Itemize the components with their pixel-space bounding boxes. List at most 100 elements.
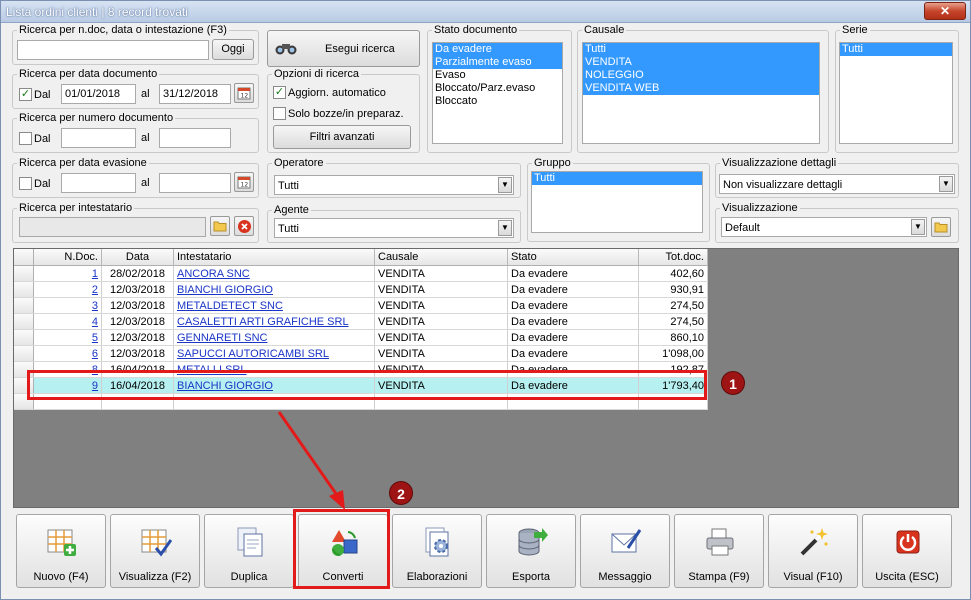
table-cell-ndoc[interactable]: 2 <box>34 282 102 297</box>
cell-text: 12/03/2018 <box>109 300 166 312</box>
advanced-filters-button[interactable]: Filtri avanzati <box>273 125 411 149</box>
table-cell-intestatario[interactable]: CASALETTI ARTI GRAFICHE SRL <box>174 314 375 329</box>
list-item[interactable]: VENDITA WEB <box>583 82 819 95</box>
table-cell-ndoc[interactable]: 6 <box>34 346 102 361</box>
column-header[interactable]: Tot.doc. <box>639 249 708 265</box>
view-browse-button[interactable] <box>931 217 951 237</box>
table-cell-intestatario[interactable]: SAPUCCI AUTORICAMBI SRL <box>174 346 375 361</box>
row-indicator[interactable] <box>14 346 34 361</box>
cell-text[interactable]: CASALETTI ARTI GRAFICHE SRL <box>177 316 349 328</box>
table-row[interactable]: 6 12/03/2018 SAPUCCI AUTORICAMBI SRL VENDIT… <box>14 346 708 362</box>
list-item[interactable]: VENDITA <box>583 56 819 69</box>
message-button[interactable]: Messaggio <box>580 514 670 588</box>
date-eva-calendar-button[interactable]: 12 <box>234 172 254 192</box>
exit-button[interactable]: Uscita (ESC) <box>862 514 952 588</box>
table-cell-intestatario[interactable]: METALDETECT SNC <box>174 298 375 313</box>
cell-text[interactable]: 1 <box>92 268 98 280</box>
cell-text[interactable]: BIANCHI GIORGIO <box>177 284 273 296</box>
table-cell-intestatario[interactable]: BIANCHI GIORGIO <box>174 282 375 297</box>
today-button[interactable]: Oggi <box>212 39 254 60</box>
num-doc-from-input[interactable] <box>61 128 136 148</box>
table-cell-intestatario[interactable]: GENNARETI SNC <box>174 330 375 345</box>
list-item[interactable]: Bloccato/Parz.evaso <box>433 82 562 95</box>
list-item[interactable]: NOLEGGIO <box>583 69 819 82</box>
operatore-select[interactable]: Tutti ▼ <box>274 175 514 195</box>
table-cell-ndoc[interactable]: 5 <box>34 330 102 345</box>
causale-list[interactable]: Tutti VENDITA NOLEGGIO VENDITA WEB <box>582 42 820 144</box>
detail-view-legend: Visualizzazione dettagli <box>722 157 837 169</box>
column-header[interactable]: Data <box>102 249 174 265</box>
table-row[interactable]: 1 28/02/2018 ANCORA SNC VENDITA Da evadere 40… <box>14 266 708 282</box>
table-row[interactable]: 4 12/03/2018 CASALETTI ARTI GRAFICHE SRL VE… <box>14 314 708 330</box>
row-indicator[interactable] <box>14 266 34 281</box>
cell-text[interactable]: 3 <box>92 300 98 312</box>
auto-refresh-checkbox[interactable]: ✓ <box>273 86 286 99</box>
date-eva-from-input[interactable] <box>61 173 136 193</box>
date-eva-to-input[interactable] <box>159 173 231 193</box>
chevron-down-icon[interactable]: ▼ <box>498 177 512 193</box>
num-doc-to-input[interactable] <box>159 128 231 148</box>
drafts-only-checkbox[interactable] <box>273 107 286 120</box>
date-doc-checkbox[interactable]: ✓ <box>19 88 32 101</box>
date-doc-to-input[interactable]: 31/12/2018 <box>159 84 231 104</box>
intestatario-clear-button[interactable] <box>234 216 254 236</box>
date-doc-from-input[interactable]: 01/01/2018 <box>61 84 136 104</box>
cell-text[interactable]: 4 <box>92 316 98 328</box>
row-indicator[interactable] <box>14 298 34 313</box>
table-row[interactable]: 3 12/03/2018 METALDETECT SNC VENDITA Da evad… <box>14 298 708 314</box>
close-window-button[interactable]: ✕ <box>924 2 966 20</box>
agente-select[interactable]: Tutti ▼ <box>274 218 514 238</box>
auto-refresh-label: Aggiorn. automatico <box>288 87 386 99</box>
cell-text[interactable]: SAPUCCI AUTORICAMBI SRL <box>177 348 329 360</box>
doc-status-list[interactable]: Da evadere Parzialmente evaso Evaso Bloc… <box>432 42 563 144</box>
table-row[interactable]: 2 12/03/2018 BIANCHI GIORGIO VENDITA Da evad… <box>14 282 708 298</box>
date-eva-checkbox[interactable] <box>19 177 32 190</box>
chevron-down-icon[interactable]: ▼ <box>498 220 512 236</box>
execute-search-button[interactable]: Esegui ricerca <box>267 30 420 67</box>
search-doc-input[interactable] <box>17 40 209 60</box>
gruppo-list[interactable]: Tutti <box>531 171 703 233</box>
new-button[interactable]: Nuovo (F4) <box>16 514 106 588</box>
row-indicator[interactable] <box>14 282 34 297</box>
column-header[interactable]: Stato <box>508 249 639 265</box>
list-item[interactable]: Tutti <box>840 43 952 56</box>
table-cell-intestatario[interactable]: ANCORA SNC <box>174 266 375 281</box>
num-doc-checkbox[interactable] <box>19 132 32 145</box>
intestatario-browse-button[interactable] <box>210 216 230 236</box>
cell-text[interactable]: 5 <box>92 332 98 344</box>
cell-text[interactable]: GENNARETI SNC <box>177 332 267 344</box>
table-cell-stato: Da evadere <box>508 282 639 297</box>
cell-text[interactable]: METALDETECT SNC <box>177 300 283 312</box>
duplicate-button[interactable]: Duplica <box>204 514 294 588</box>
table-row[interactable]: 5 12/03/2018 GENNARETI SNC VENDITA Da evader… <box>14 330 708 346</box>
list-item[interactable]: Evaso <box>433 69 562 82</box>
list-item[interactable]: Parzialmente evaso <box>433 56 562 69</box>
cell-text[interactable]: ANCORA SNC <box>177 268 250 280</box>
table-cell-ndoc[interactable]: 1 <box>34 266 102 281</box>
print-button[interactable]: Stampa (F9) <box>674 514 764 588</box>
list-item[interactable]: Bloccato <box>433 95 562 108</box>
table-cell-ndoc[interactable]: 4 <box>34 314 102 329</box>
view-button[interactable]: Visualizza (F2) <box>110 514 200 588</box>
cell-text[interactable]: 6 <box>92 348 98 360</box>
chevron-down-icon[interactable]: ▼ <box>911 219 925 235</box>
row-indicator[interactable] <box>14 330 34 345</box>
chevron-down-icon[interactable]: ▼ <box>939 176 953 192</box>
export-button[interactable]: Esporta <box>486 514 576 588</box>
row-indicator[interactable] <box>14 314 34 329</box>
visual-button[interactable]: Visual (F10) <box>768 514 858 588</box>
date-doc-calendar-button[interactable]: 12 <box>234 83 254 103</box>
cell-text[interactable]: 2 <box>92 284 98 296</box>
list-item[interactable]: Tutti <box>532 172 702 185</box>
detail-view-select[interactable]: Non visualizzare dettagli ▼ <box>719 174 955 194</box>
column-header[interactable]: Intestatario <box>174 249 375 265</box>
view-select[interactable]: Default ▼ <box>721 217 927 237</box>
column-header[interactable]: N.Doc. <box>34 249 102 265</box>
list-item[interactable]: Da evadere <box>433 43 562 56</box>
table-cell-ndoc[interactable]: 3 <box>34 298 102 313</box>
intestatario-input[interactable] <box>19 217 206 237</box>
process-button[interactable]: Elaborazioni <box>392 514 482 588</box>
column-header[interactable]: Causale <box>375 249 508 265</box>
list-item[interactable]: Tutti <box>583 43 819 56</box>
serie-list[interactable]: Tutti <box>839 42 953 144</box>
